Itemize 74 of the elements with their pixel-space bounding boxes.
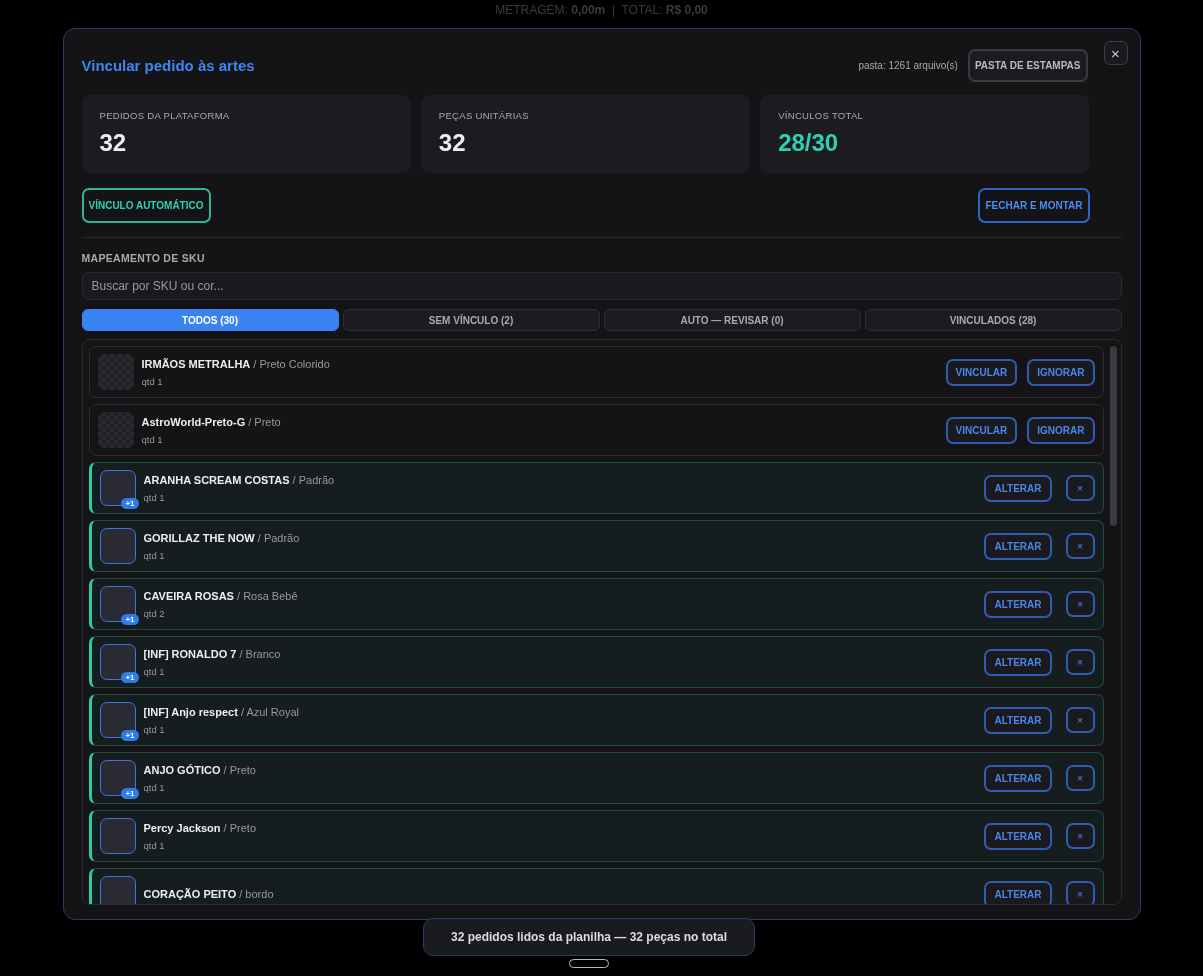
photo-placeholder <box>99 586 136 622</box>
remove-button[interactable]: × <box>1065 475 1095 501</box>
count-badge: +1 <box>121 672 139 683</box>
quantity: qtd 1 <box>143 781 166 793</box>
quantity: qtd 1 <box>141 433 164 445</box>
count-badge: +1 <box>121 498 139 509</box>
remove-button[interactable]: × <box>1065 881 1095 904</box>
photo-placeholder <box>99 760 136 796</box>
remove-button[interactable]: × <box>1065 591 1095 617</box>
background-label: METRAGEM: 0,00m | TOTAL: R$ 0,00 <box>495 3 708 17</box>
sku-name: CORAÇÃO PEITO / bordo <box>143 888 275 900</box>
remove-button[interactable]: × <box>1065 649 1095 675</box>
photo-placeholder <box>99 644 136 680</box>
count-badge: +1 <box>121 614 139 625</box>
row-action-button[interactable]: ALTERAR <box>984 822 1052 850</box>
sku-name: CAVEIRA ROSAS / Rosa Bebê <box>143 589 299 602</box>
stat-label: PEÇAS UNITÁRIAS <box>438 110 530 121</box>
row-action-button[interactable]: VINCULAR <box>945 358 1018 386</box>
row-action-button[interactable]: ALTERAR <box>984 880 1052 904</box>
row-action-button[interactable]: ALTERAR <box>984 590 1052 618</box>
modal-title: Vincular pedido às artes <box>81 56 255 74</box>
count-badge: +1 <box>121 788 139 799</box>
scrollbar-thumb[interactable] <box>1109 346 1117 526</box>
empty-thumbnail <box>97 412 134 448</box>
sku-name: AstroWorld-Preto-G / Preto <box>141 415 282 428</box>
photo-placeholder <box>99 528 136 564</box>
filter-tab[interactable]: VINCULADOS (28) <box>864 309 1122 331</box>
row-action-button[interactable]: IGNORAR <box>1027 416 1095 444</box>
close-and-build-button[interactable]: FECHAR E MONTAR <box>978 188 1090 223</box>
photo-placeholder <box>99 702 136 738</box>
folder-button[interactable]: PASTA DE ESTAMPAS <box>967 48 1088 82</box>
quantity: qtd 1 <box>143 549 166 561</box>
sku-name: [INF] Anjo respect / Azul Royal <box>143 705 300 718</box>
sku-name: GORILLAZ THE NOW / Padrão <box>143 531 301 544</box>
empty-thumbnail <box>97 354 134 390</box>
stat-value: 32 <box>438 129 467 157</box>
folder-info: pasta: 1261 arquivo(s) <box>858 59 958 71</box>
quantity: qtd 1 <box>143 723 166 735</box>
quantity: qtd 1 <box>141 375 164 387</box>
row-action-button[interactable]: ALTERAR <box>984 706 1052 734</box>
sku-name: IRMÃOS METRALHA / Preto Colorido <box>141 357 331 370</box>
photo-placeholder <box>99 470 136 506</box>
sku-name: ANJO GÓTICO / Preto <box>143 763 257 776</box>
photo-placeholder <box>99 818 136 854</box>
search-field[interactable]: Buscar por SKU ou cor... <box>81 272 1122 300</box>
quantity: qtd 1 <box>143 665 166 677</box>
quantity: qtd 1 <box>143 491 166 503</box>
count-badge: +1 <box>121 730 139 741</box>
sku-name: ARANHA SCREAM COSTAS / Padrão <box>143 473 336 486</box>
quantity: qtd 1 <box>143 839 166 851</box>
row-action-button[interactable]: VINCULAR <box>945 416 1018 444</box>
auto-link-button[interactable]: VÍNCULO AUTOMÁTICO <box>81 188 211 223</box>
toast-message: 32 pedidos lidos da planilha — 32 peças no total <box>423 918 755 956</box>
remove-button[interactable]: × <box>1065 765 1095 791</box>
filter-tab[interactable]: SEM VÍNCULO (2) <box>342 309 600 331</box>
close-button[interactable]: × <box>1103 41 1128 65</box>
row-action-button[interactable]: ALTERAR <box>984 648 1052 676</box>
stat-value: 32 <box>99 129 128 157</box>
row-action-button[interactable]: IGNORAR <box>1027 358 1095 386</box>
filter-tab[interactable]: AUTO — REVISAR (0) <box>603 309 861 331</box>
sku-name: [INF] RONALDO 7 / Branco <box>143 647 282 660</box>
stat-value: 28/30 <box>778 129 840 157</box>
row-action-button[interactable]: ALTERAR <box>984 764 1052 792</box>
stat-label: PEDIDOS DA PLATAFORMA <box>99 110 231 121</box>
section-title: MAPEAMENTO DE SKU <box>81 252 206 264</box>
filter-tab[interactable]: TODOS (30) <box>81 309 339 331</box>
sku-name: Percy Jackson / Preto <box>143 821 258 834</box>
remove-button[interactable]: × <box>1065 823 1095 849</box>
row-action-button[interactable]: ALTERAR <box>984 532 1052 560</box>
stat-label: VÍNCULOS TOTAL <box>778 110 865 121</box>
remove-button[interactable]: × <box>1065 533 1095 559</box>
row-action-button[interactable]: ALTERAR <box>984 474 1052 502</box>
quantity: qtd 2 <box>143 607 166 619</box>
remove-button[interactable]: × <box>1065 707 1095 733</box>
